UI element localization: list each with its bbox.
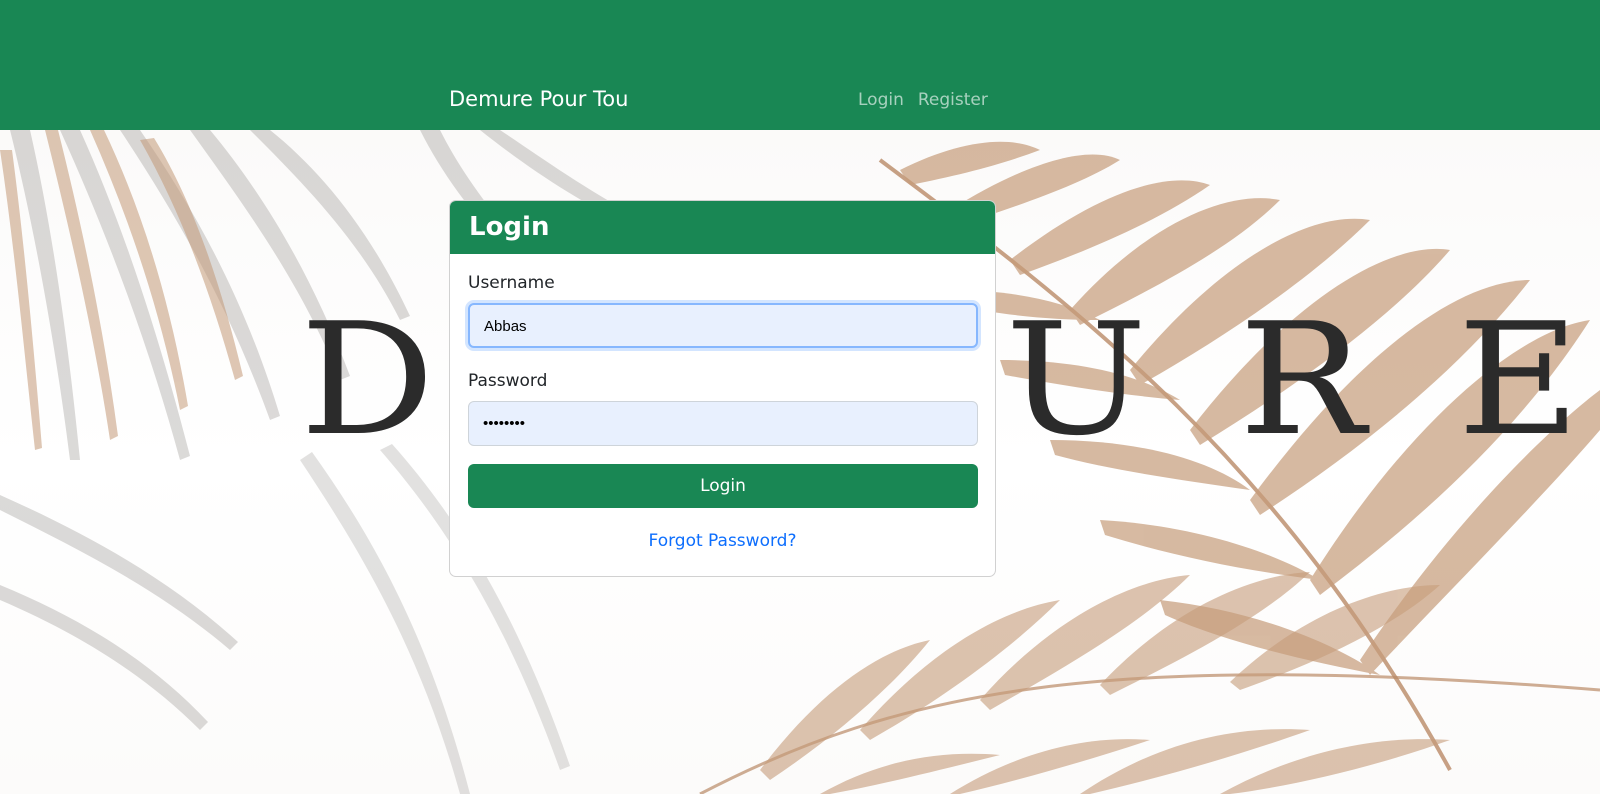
top-navbar: Demure Pour Tou Login Register [0,0,1600,130]
login-submit-button[interactable]: Login [468,464,978,508]
nav-links: Login Register [858,89,988,111]
brand-link[interactable]: Demure Pour Tou [449,86,628,112]
nav-login-link[interactable]: Login [858,89,904,111]
forgot-password-link[interactable]: Forgot Password? [468,530,977,552]
password-label: Password [468,371,548,391]
login-title: Login [469,212,550,242]
nav-register-link[interactable]: Register [918,89,988,111]
login-form: Username Abbas Password •••••••• Login F… [450,254,995,552]
page: Demure Pour Tou Login Register Login Use… [0,0,1600,794]
username-label: Username [468,273,555,293]
password-input[interactable]: •••••••• [468,401,978,446]
login-card-header: Login [450,201,995,254]
username-input[interactable]: Abbas [468,303,978,348]
login-card: Login Username Abbas Password •••••••• L… [449,200,996,577]
